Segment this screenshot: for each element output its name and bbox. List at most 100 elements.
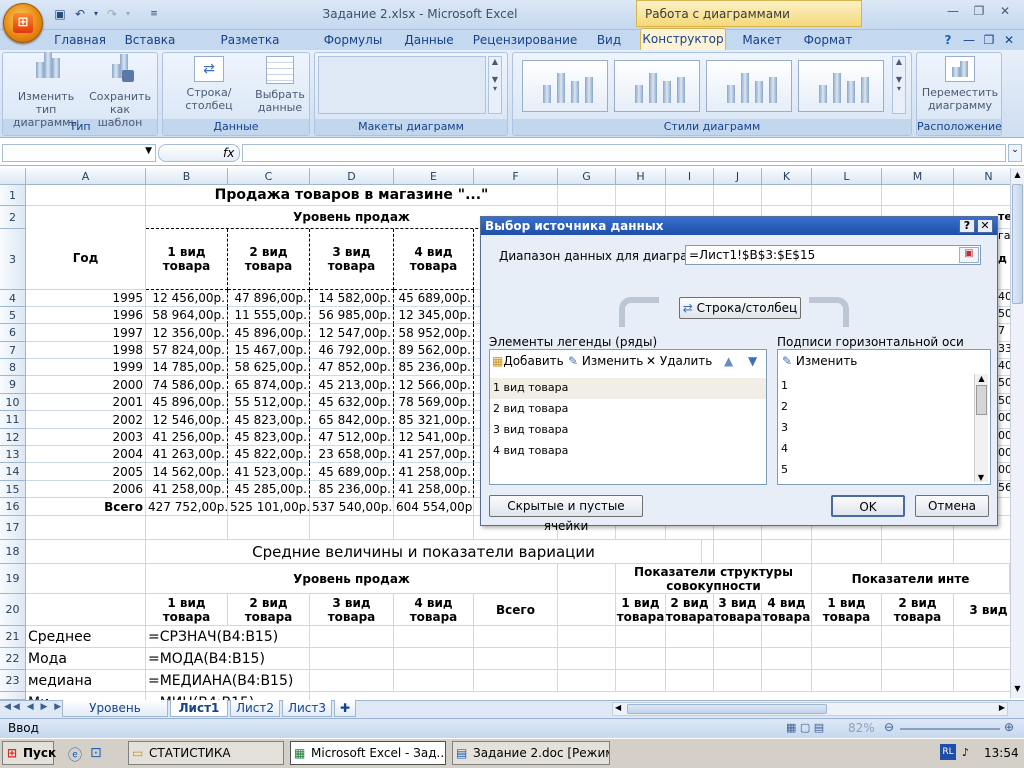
scroll-down-icon[interactable]: ▼ — [1012, 684, 1023, 696]
row-header[interactable] — [0, 692, 26, 700]
tab-formulas[interactable]: Формулы — [322, 30, 384, 50]
value-cell[interactable]: 45 285,00р. — [228, 481, 310, 498]
value-cell[interactable]: 47 512,00р. — [310, 429, 394, 446]
cell[interactable] — [394, 516, 474, 540]
cell[interactable] — [714, 540, 762, 564]
value-cell[interactable]: 12 541,00р. — [394, 429, 474, 446]
structure-sub-header[interactable]: 3 вид товара — [714, 594, 762, 626]
column-header[interactable]: M — [882, 168, 954, 185]
stat-formula[interactable]: =СРЗНАЧ(B4:B15) — [146, 626, 310, 648]
cell[interactable] — [558, 648, 616, 670]
value-cell[interactable]: 46 792,00р. — [310, 342, 394, 359]
value-cell[interactable]: 45 213,00р. — [310, 376, 394, 394]
taskbar-item-excel[interactable]: ▦ Microsoft Excel - Зад... — [290, 741, 446, 765]
value-cell[interactable]: 47 852,00р. — [310, 359, 394, 376]
language-indicator[interactable]: RL — [940, 744, 956, 760]
column-header[interactable]: A — [26, 168, 146, 185]
cell[interactable] — [666, 648, 714, 670]
cell[interactable] — [474, 626, 558, 648]
legend-series-list[interactable]: ▦Добавить ✎ Изменить ✕ Удалить ▲ ▼ 1 вид… — [489, 349, 767, 485]
column-header[interactable]: F — [474, 168, 558, 185]
value-cell[interactable]: 45 689,00р. — [310, 463, 394, 481]
cell[interactable] — [762, 626, 812, 648]
section2-header[interactable]: 4 вид товара — [394, 594, 474, 626]
cell[interactable] — [882, 648, 954, 670]
cell[interactable] — [762, 185, 812, 206]
help-icon[interactable]: ? — [940, 30, 956, 50]
chart-style-2[interactable] — [614, 60, 700, 112]
series-item[interactable]: 4 вид товара — [493, 441, 568, 461]
cell[interactable] — [310, 648, 394, 670]
tab-format[interactable]: Формат — [800, 30, 856, 50]
cell[interactable] — [616, 670, 666, 692]
move-chart-button[interactable]: Переместить диаграмму — [920, 56, 1000, 120]
value-cell[interactable]: 41 258,00р. — [394, 463, 474, 481]
column-header[interactable]: E — [394, 168, 474, 185]
column-header[interactable]: J — [714, 168, 762, 185]
sheet-tab-list1[interactable]: Лист1 — [170, 700, 228, 717]
cell[interactable] — [812, 185, 882, 206]
structure-header[interactable]: Показатели структуры совокупности — [616, 564, 812, 594]
year-cell[interactable]: 2002 — [26, 411, 146, 429]
value-cell[interactable]: 65 874,00р. — [228, 376, 310, 394]
cat-scroll-down-icon[interactable]: ▼ — [975, 473, 987, 482]
hidden-empty-cells-button[interactable]: Скрытые и пустые ячейки — [489, 495, 643, 533]
axis-categories-list[interactable]: ✎ Изменить 1 2 3 4 5 ▲ ▼ — [777, 349, 991, 485]
undo-dropdown-icon[interactable]: ▾ — [88, 6, 104, 22]
row-header[interactable]: 3 — [0, 229, 26, 290]
zoom-level[interactable]: 82% — [848, 721, 875, 735]
cell[interactable] — [762, 540, 812, 564]
value-cell[interactable]: 11 555,00р. — [228, 307, 310, 324]
zoom-in-icon[interactable]: ⊕ — [1004, 720, 1014, 734]
cell[interactable] — [26, 516, 146, 540]
total-cell[interactable]: 525 101,00р. — [228, 498, 310, 516]
value-cell[interactable]: 85 321,00р. — [394, 411, 474, 429]
restore-icon[interactable]: ❐ — [970, 4, 988, 20]
chart-style-3[interactable] — [706, 60, 792, 112]
row-header[interactable]: 15 — [0, 481, 26, 498]
cell[interactable] — [394, 626, 474, 648]
cell[interactable] — [714, 185, 762, 206]
start-button[interactable]: ⊞ Пуск — [2, 741, 56, 765]
year-cell[interactable]: 2005 — [26, 463, 146, 481]
cell[interactable] — [558, 594, 616, 626]
year-cell[interactable]: 1995 — [26, 290, 146, 307]
stat-label[interactable]: медиана — [26, 670, 146, 692]
row-header[interactable]: 18 — [0, 540, 26, 564]
product-header[interactable]: 2 вид товара — [228, 229, 310, 290]
stat-label[interactable]: Мода — [26, 648, 146, 670]
tray-icon[interactable]: ♪ — [962, 746, 969, 759]
ok-button[interactable]: OK — [831, 495, 905, 517]
value-cell[interactable]: 12 547,00р. — [310, 324, 394, 342]
year-cell[interactable]: 1997 — [26, 324, 146, 342]
cell[interactable] — [616, 648, 666, 670]
structure-sub-header[interactable]: 1 вид товара — [616, 594, 666, 626]
section2-sales-header[interactable]: Уровень продаж — [146, 564, 558, 594]
cell[interactable] — [714, 670, 762, 692]
ribbon-minimize-icon[interactable]: — — [962, 30, 976, 50]
cell[interactable] — [394, 648, 474, 670]
tab-data[interactable]: Данные — [400, 30, 458, 50]
value-cell[interactable]: 55 512,00р. — [228, 394, 310, 411]
column-header[interactable]: L — [812, 168, 882, 185]
redo-dropdown-icon[interactable]: ▾ — [120, 6, 136, 22]
value-cell[interactable]: 14 582,00р. — [310, 290, 394, 307]
taskbar-item-word[interactable]: ▤ Задание 2.doc [Режим ... — [452, 741, 610, 765]
value-cell[interactable]: 41 256,00р. — [146, 429, 228, 446]
cell[interactable] — [310, 626, 394, 648]
year-cell[interactable]: 2006 — [26, 481, 146, 498]
delete-series-button[interactable]: ✕ Удалить — [646, 350, 712, 372]
row-header[interactable]: 13 — [0, 446, 26, 463]
row-header[interactable]: 9 — [0, 376, 26, 394]
cell[interactable] — [474, 648, 558, 670]
select-data-button[interactable]: Выбрать данные — [254, 56, 306, 120]
tab-layout[interactable]: Макет — [738, 30, 786, 50]
cell[interactable] — [762, 670, 812, 692]
value-cell[interactable]: 57 824,00р. — [146, 342, 228, 359]
sheet-tab-list2[interactable]: Лист2 — [230, 700, 280, 717]
zoom-out-icon[interactable]: ⊖ — [884, 720, 894, 734]
value-cell[interactable]: 78 569,00р. — [394, 394, 474, 411]
cell[interactable] — [616, 185, 666, 206]
dialog-help-icon[interactable]: ? — [959, 219, 975, 233]
row-header[interactable]: 5 — [0, 307, 26, 324]
